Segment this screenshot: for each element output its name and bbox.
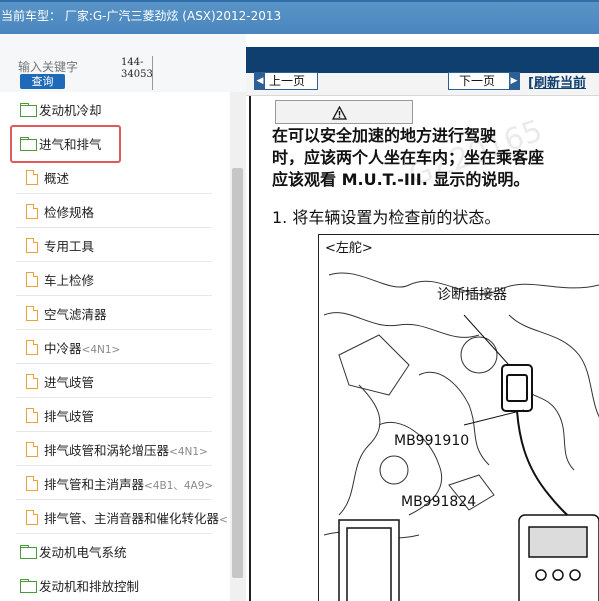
next-page-button[interactable]: 下一页 ▶ bbox=[448, 72, 520, 90]
document-icon bbox=[26, 170, 38, 185]
diagram-figure: <左舵> 诊断插接器 MB991910 MB991824 bbox=[318, 234, 599, 601]
tree-item[interactable]: 发动机和排放控制 bbox=[0, 568, 230, 601]
tree-item-label: 概述 bbox=[44, 168, 69, 187]
tree-item-text: 检修规格 bbox=[44, 205, 95, 220]
tree-item-tag: <4B1、4A9> bbox=[144, 480, 214, 492]
scrollbar-thumb[interactable] bbox=[232, 168, 243, 578]
content-panel: ◀ 上一页 下一页 ▶ [刷新当前 在可以安全加速的地方进行驾驶 时，应该两个人… bbox=[246, 34, 599, 601]
tree-item-label: 发动机电气系统 bbox=[39, 542, 127, 561]
tree-item-tag: <4N1> bbox=[81, 344, 121, 356]
tree-item-text: 专用工具 bbox=[44, 239, 95, 254]
tree-item-label: 检修规格 bbox=[44, 202, 94, 221]
tree-item-label: 中冷器<4N1> bbox=[44, 338, 120, 357]
tree-item-label: 排气管和主消声器<4B1、4A9> bbox=[44, 474, 213, 493]
arrow-left-icon: ◀ bbox=[255, 73, 265, 89]
tree-item-label: 排气管、主消音器和催化转化器< bbox=[44, 508, 228, 527]
document-view: 在可以安全加速的地方进行驾驶 时，应该两个人坐在车内；坐在乘客座 应该观看 M.… bbox=[246, 96, 599, 601]
folder-icon bbox=[20, 103, 37, 117]
tree-item[interactable]: 发动机电气系统 bbox=[0, 534, 230, 568]
tree-item-label: 车上检修 bbox=[44, 270, 94, 289]
tree-item-label: 发动机和排放控制 bbox=[39, 576, 139, 595]
tree-item-text: 排气歧管和涡轮增压器 bbox=[44, 443, 170, 458]
tree-item[interactable]: 专用工具 bbox=[0, 228, 230, 262]
title-bar-accent bbox=[0, 0, 599, 2]
tree-item-text: 发动机电气系统 bbox=[39, 545, 127, 560]
warning-box bbox=[275, 100, 413, 124]
title-bar: 当前车型： 厂家:G-广汽三菱劲炫 (ASX)2012-2013 bbox=[0, 0, 599, 34]
tree-item-tag: <4N1> bbox=[169, 446, 208, 458]
document-icon bbox=[26, 272, 38, 287]
tree-item[interactable]: 车上检修 bbox=[0, 262, 230, 296]
figure-part-2: MB991824 bbox=[401, 494, 477, 510]
refresh-link[interactable]: [刷新当前 bbox=[528, 72, 586, 91]
document-icon bbox=[26, 408, 38, 423]
document-icon bbox=[26, 476, 38, 491]
document-icon bbox=[26, 510, 38, 525]
doc-paragraph-line: 应该观看 M.U.T.-III. 显示的说明。 bbox=[272, 170, 530, 189]
tree-item-text: 车上检修 bbox=[44, 273, 95, 288]
tree-item[interactable]: 进气歧管 bbox=[0, 364, 230, 398]
search-button[interactable]: 查询 bbox=[20, 74, 65, 89]
doc-left-border bbox=[249, 96, 251, 601]
tree-item-text: 进气歧管 bbox=[44, 375, 95, 390]
prev-page-button[interactable]: ◀ 上一页 bbox=[254, 72, 318, 90]
arrow-right-icon: ▶ bbox=[509, 73, 519, 89]
code-text: 144-34053 bbox=[121, 56, 153, 90]
document-icon bbox=[26, 374, 38, 389]
tree-item-label: 专用工具 bbox=[44, 236, 94, 255]
folder-icon bbox=[20, 579, 37, 593]
doc-nav-bar: ◀ 上一页 下一页 ▶ [刷新当前 bbox=[246, 47, 599, 96]
tree-item-text: 发动机和排放控制 bbox=[39, 579, 140, 594]
document-icon bbox=[26, 340, 38, 355]
figure-connector-label: 诊断插接器 bbox=[437, 287, 507, 303]
left-panel: 查询 144-34053 发动机冷却进气和排气概述检修规格专用工具车上检修空气滤… bbox=[0, 34, 246, 601]
tree-item-text: 排气管、主消音器和催化转化器 bbox=[44, 511, 220, 526]
warning-triangle-icon bbox=[332, 106, 347, 120]
tree-item[interactable]: 排气歧管和涡轮增压器<4N1> bbox=[0, 432, 230, 466]
document-icon bbox=[26, 442, 38, 457]
tree-item-text: 排气管和主消声器 bbox=[44, 477, 145, 492]
folder-icon bbox=[20, 545, 37, 559]
tree-item[interactable]: 空气滤清器 bbox=[0, 296, 230, 330]
tree-item-text: 排气歧管 bbox=[44, 409, 95, 424]
tree-item[interactable]: 概述 bbox=[0, 160, 230, 194]
tree-item-label: 进气歧管 bbox=[44, 372, 94, 391]
tree-item-label: 排气歧管和涡轮增压器<4N1> bbox=[44, 440, 208, 459]
tree-item[interactable]: 发动机冷却 bbox=[0, 92, 230, 126]
document-icon bbox=[26, 238, 38, 253]
tree-item-text: 空气滤清器 bbox=[44, 307, 107, 322]
tree-item[interactable]: 排气管、主消音器和催化转化器< bbox=[0, 500, 230, 534]
document-icon bbox=[26, 204, 38, 219]
selection-highlight bbox=[10, 125, 121, 163]
prev-page-label: 上一页 bbox=[269, 74, 306, 88]
tree-item-text: 概述 bbox=[44, 171, 70, 186]
next-page-label: 下一页 bbox=[459, 74, 496, 88]
tree-item[interactable]: 中冷器<4N1> bbox=[0, 330, 230, 364]
doc-step-1: 1. 将车辆设置为检查前的状态。 bbox=[272, 208, 501, 227]
tree-item-label: 空气滤清器 bbox=[44, 304, 107, 323]
search-bar: 查询 144-34053 bbox=[0, 34, 246, 92]
document-icon bbox=[26, 306, 38, 321]
category-tree: 发动机冷却 进气和排气 概述 检修规格 专用工具 车上检修 空气滤清器 中冷器<4N1> 进气歧… bbox=[0, 92, 230, 601]
tree-item-text: 发动机冷却 bbox=[39, 103, 102, 118]
tree-item[interactable]: 排气歧管 bbox=[0, 398, 230, 432]
tree-item-tag: < bbox=[219, 514, 228, 526]
figure-part-1: MB991910 bbox=[394, 433, 470, 449]
window-title: 当前车型： 厂家:G-广汽三菱劲炫 (ASX)2012-2013 bbox=[1, 9, 282, 23]
tree-item[interactable]: 检修规格 bbox=[0, 194, 230, 228]
tree-item-label: 发动机冷却 bbox=[39, 100, 102, 119]
nav-band bbox=[246, 47, 599, 73]
tree-item-label: 排气歧管 bbox=[44, 406, 94, 425]
tree-item-text: 中冷器 bbox=[44, 341, 82, 356]
tree-item[interactable]: 排气管和主消声器<4B1、4A9> bbox=[0, 466, 230, 500]
